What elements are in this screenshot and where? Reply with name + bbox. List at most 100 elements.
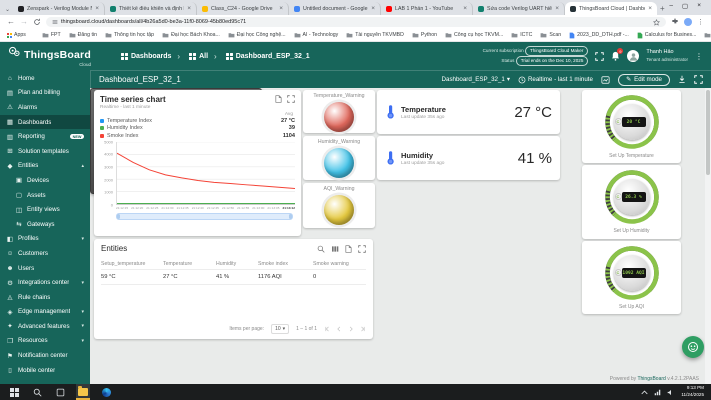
- thingsboard-link[interactable]: ThingsBoard: [637, 376, 665, 382]
- knob-face[interactable]: C 20 °C: [614, 104, 650, 140]
- avatar[interactable]: [627, 50, 639, 62]
- sidebar-item-profiles[interactable]: ◧Profiles: [0, 232, 90, 247]
- column-header[interactable]: Setup_temperature: [101, 261, 163, 267]
- bookmark-star-icon[interactable]: [653, 19, 660, 26]
- sidebar-item-integrations-center[interactable]: ⚙Integrations center: [0, 275, 90, 290]
- sidebar-item-entities[interactable]: ◆Entities: [0, 159, 90, 174]
- first-page-icon[interactable]: [324, 326, 330, 332]
- previous-page-icon[interactable]: [336, 326, 342, 332]
- bookmark-folder[interactable]: Tài nguyên TKVMBD: [346, 32, 404, 38]
- sidebar-item-home[interactable]: ⌂Home: [0, 71, 90, 86]
- fullscreen-icon[interactable]: [595, 52, 604, 61]
- sidebar-item-mobile-center[interactable]: ▯Mobile center: [0, 363, 90, 378]
- breadcrumb-all[interactable]: All: [177, 52, 208, 61]
- extensions-icon[interactable]: [671, 18, 679, 26]
- tab-close-icon[interactable]: [187, 5, 191, 12]
- items-per-page-select[interactable]: 10▾: [271, 324, 289, 334]
- scrollbar-thumb[interactable]: [706, 90, 710, 175]
- table-row[interactable]: 59 °C 27 °C 41 % 1176 AQI 0: [101, 270, 366, 285]
- legend-item-smoke[interactable]: Smoke Index1104: [100, 132, 295, 140]
- sidebar-item-advanced-features[interactable]: ✦Advanced features: [0, 319, 90, 334]
- sidebar-item-gateways[interactable]: ⇆Gateways: [0, 217, 90, 232]
- edge-button[interactable]: [99, 384, 113, 400]
- knob-c-button[interactable]: C: [615, 269, 622, 276]
- url-field[interactable]: thingsboard.cloud/dashboards/all/4b26a5d…: [46, 17, 666, 27]
- last-page-icon[interactable]: [360, 326, 366, 332]
- knob-control[interactable]: C 20 °C: [603, 93, 661, 151]
- file-explorer-button[interactable]: [76, 384, 90, 400]
- knob-control[interactable]: C 26.3 %: [603, 168, 661, 226]
- close-button[interactable]: ×: [697, 2, 701, 10]
- browser-tab[interactable]: Untitled document - Google T: [289, 2, 381, 15]
- bookmark-doc[interactable]: Calculus for Busines...: [637, 32, 697, 39]
- browser-tab[interactable]: Class_C24 - Google Drive: [197, 2, 289, 15]
- browser-tab[interactable]: LAB 1 Phần 1 - YouTube: [381, 2, 473, 15]
- maximize-button[interactable]: ▢: [682, 2, 688, 10]
- sidebar-item-devices[interactable]: ▣Devices: [0, 173, 90, 188]
- notifications-button[interactable]: 9: [611, 51, 620, 61]
- bookmark-folder[interactable]: Đại học Bách Khoa...: [162, 32, 220, 38]
- sidebar-item-reporting[interactable]: ▥ReportingNEW: [0, 129, 90, 144]
- page-scrollbar[interactable]: [705, 88, 711, 384]
- minimize-button[interactable]: –: [669, 2, 673, 10]
- next-page-icon[interactable]: [348, 326, 354, 332]
- task-view-button[interactable]: [53, 384, 67, 400]
- bookmark-folder[interactable]: Đại học Công nghệ...: [228, 32, 286, 38]
- tab-search-chevron-icon[interactable]: ⌄: [5, 6, 10, 13]
- browser-tab-active[interactable]: ThingsBoard Cloud | Dashboa: [565, 2, 657, 15]
- column-header[interactable]: Temperature: [163, 261, 216, 267]
- all-bookmarks[interactable]: All Bookmarks: [704, 32, 711, 38]
- datazoom-handle-left[interactable]: [117, 214, 120, 219]
- knob-control[interactable]: C 1092 AQI: [603, 244, 661, 302]
- site-info-icon[interactable]: [52, 19, 58, 25]
- tab-close-icon[interactable]: [279, 5, 283, 12]
- sidebar-item-rule-chains[interactable]: ◬Rule chains: [0, 290, 90, 305]
- fullscreen-icon[interactable]: [287, 95, 295, 103]
- sidebar-item-customers[interactable]: ☺Customers: [0, 246, 90, 261]
- back-button[interactable]: ←: [7, 18, 15, 26]
- browser-menu-icon[interactable]: ⋮: [697, 18, 704, 26]
- tray-chevron-up-icon[interactable]: [641, 390, 648, 395]
- forward-button[interactable]: →: [20, 18, 28, 26]
- tab-close-icon[interactable]: [371, 5, 375, 12]
- network-icon[interactable]: [654, 389, 661, 396]
- browser-profile-avatar[interactable]: [684, 18, 692, 26]
- volume-icon[interactable]: [667, 389, 675, 396]
- sidebar-item-edge-management[interactable]: ◈Edge management: [0, 305, 90, 320]
- tab-close-icon[interactable]: [555, 5, 559, 12]
- browser-tab[interactable]: Zenspark - Verilog Module Ni: [13, 2, 105, 15]
- search-icon[interactable]: [317, 245, 325, 253]
- legend-item-humidity[interactable]: Humidity Index39: [100, 125, 295, 133]
- bookmark-folder[interactable]: Công cụ học TKVM...: [445, 32, 503, 38]
- breadcrumb-dashboards[interactable]: Dashboards: [121, 53, 171, 60]
- legend-item-temperature[interactable]: Temperature Index27 °C: [100, 117, 295, 125]
- knob-face[interactable]: C 26.3 %: [614, 179, 650, 215]
- tab-close-icon[interactable]: [95, 5, 99, 12]
- edit-mode-button[interactable]: ✎Edit mode: [618, 74, 670, 86]
- taskbar-search-button[interactable]: [30, 384, 44, 400]
- bookmark-folder[interactable]: AI - Technology: [294, 32, 339, 38]
- knob-face[interactable]: C 1092 AQI: [614, 255, 650, 291]
- tab-close-icon[interactable]: [463, 5, 467, 12]
- bookmark-apps[interactable]: Apps: [7, 32, 26, 38]
- column-header[interactable]: Smoke warning: [313, 261, 366, 267]
- bookmark-folder[interactable]: Python: [412, 32, 437, 38]
- column-header[interactable]: Humidity: [216, 261, 258, 267]
- sidebar-item-entity-views[interactable]: ◫Entity views: [0, 202, 90, 217]
- browser-tab[interactable]: Thiết kế điều khiển và định hư: [105, 2, 197, 15]
- bookmark-folder[interactable]: Scan: [540, 32, 561, 38]
- support-fab[interactable]: [682, 336, 704, 358]
- new-tab-button[interactable]: +: [660, 4, 665, 13]
- sidebar-item-notification-center[interactable]: ⚑Notification center: [0, 348, 90, 363]
- tab-close-icon[interactable]: [648, 5, 652, 12]
- reload-icon[interactable]: [33, 18, 41, 26]
- bookmark-folder[interactable]: ICTC: [511, 32, 532, 38]
- bookmark-folder[interactable]: Đăng tin: [69, 32, 97, 38]
- fullscreen-icon[interactable]: [358, 245, 366, 253]
- export-icon[interactable]: [345, 245, 352, 253]
- bookmark-folder[interactable]: Thông tin học tập: [105, 32, 154, 38]
- export-icon[interactable]: [275, 95, 282, 103]
- sidebar-item-users[interactable]: ☻Users: [0, 261, 90, 276]
- taskbar-clock[interactable]: 9:13 PM 11/24/2025: [681, 385, 704, 399]
- time-window-button[interactable]: Realtime - last 1 minute: [518, 76, 593, 84]
